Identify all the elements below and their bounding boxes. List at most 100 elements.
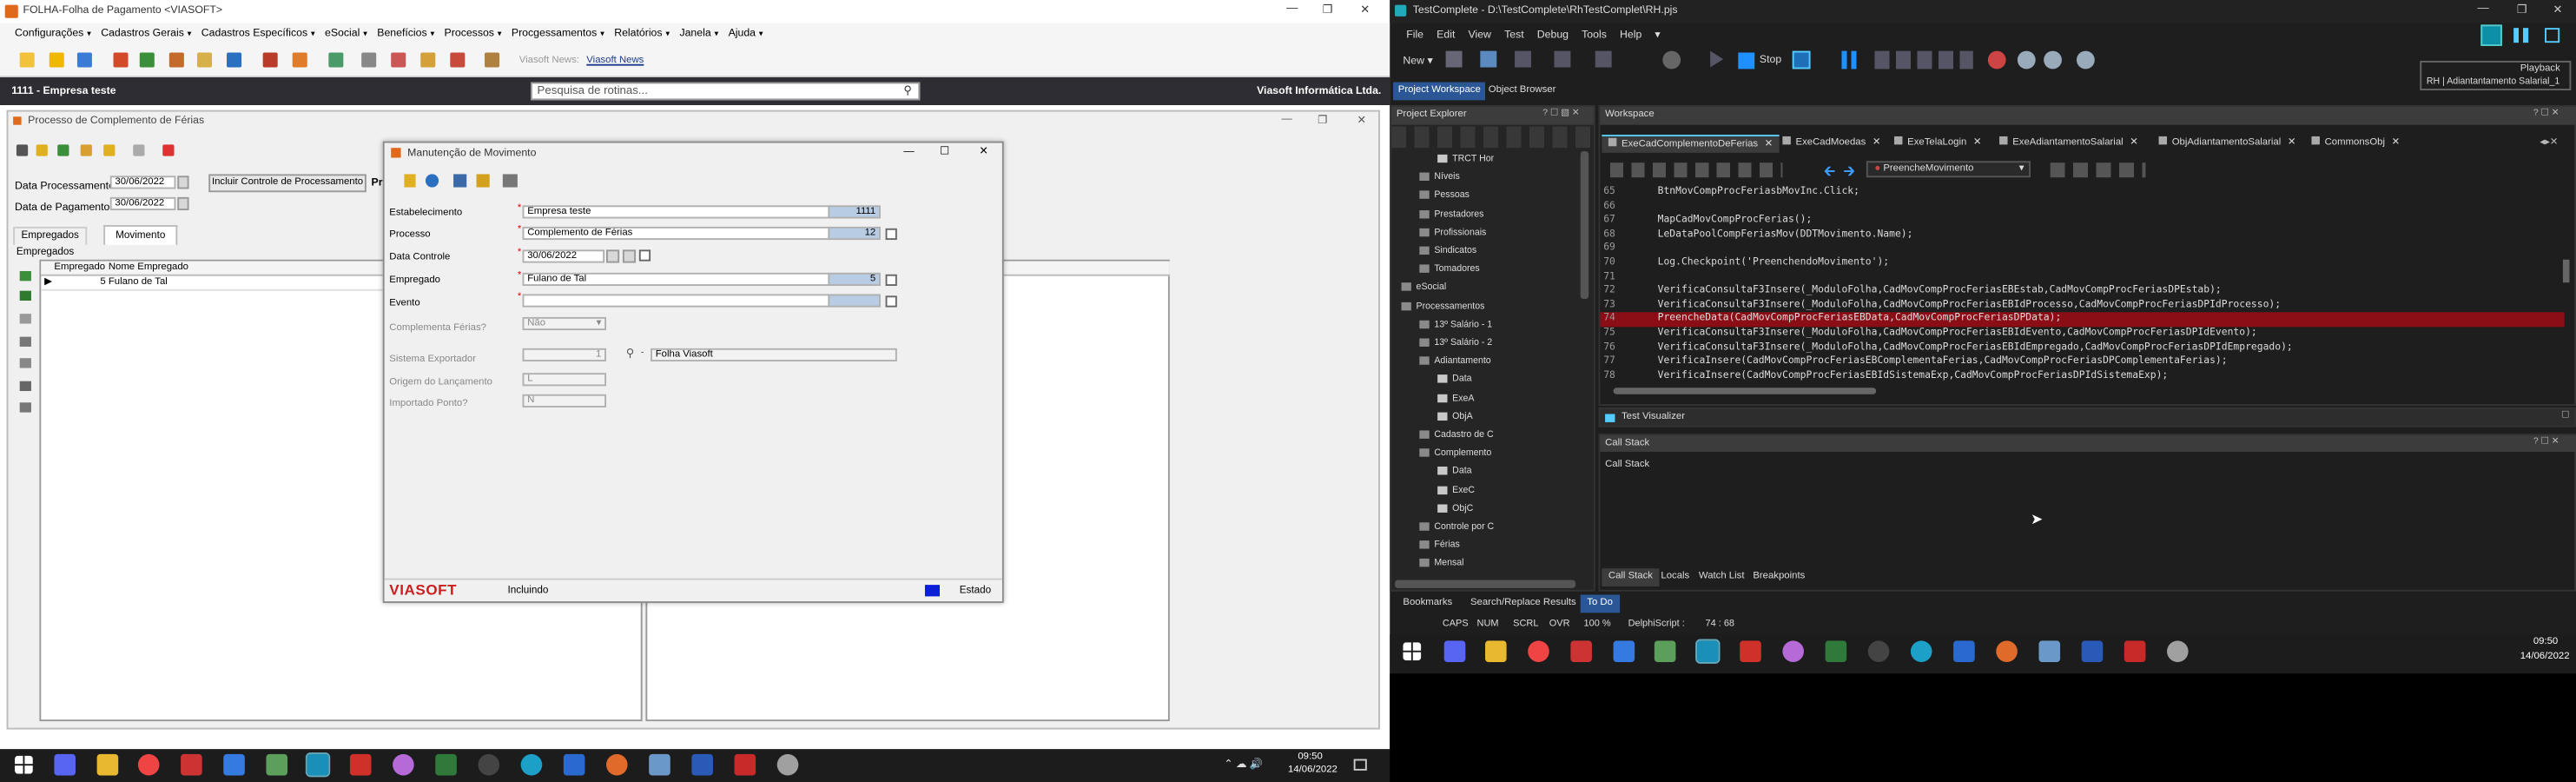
doc-tab[interactable]: ExeAdiantamentoSalarial ✕ [1993, 135, 2145, 153]
firefox-icon[interactable] [1996, 640, 2018, 662]
menu-item[interactable]: eSocial ▾ [325, 28, 367, 39]
clock-app-icon[interactable] [1867, 640, 1890, 662]
store-icon[interactable] [563, 753, 585, 776]
evento-checkbox[interactable] [885, 295, 897, 308]
print-dialog-icon[interactable] [502, 174, 518, 188]
task-icon[interactable] [391, 52, 406, 68]
store-icon[interactable] [1953, 640, 1975, 662]
tree-item[interactable]: Cadastro de C [1419, 430, 1494, 441]
menu-item[interactable]: Help [1620, 29, 1641, 40]
close-icon[interactable]: ✕ [1973, 138, 1982, 148]
tab-project-workspace[interactable]: Project Workspace [1393, 82, 1486, 101]
misc-app-icon[interactable] [776, 753, 799, 776]
menu-item[interactable]: Relatórios ▾ [614, 28, 670, 39]
estabelecimento-code-field[interactable]: 1111 [828, 205, 881, 219]
doc-tab[interactable]: CommonsObj ✕ [2305, 135, 2407, 153]
vivaldi-icon[interactable] [1570, 640, 1592, 662]
notification-icon[interactable] [1353, 759, 1367, 771]
right-minimize-button[interactable]: — [2478, 3, 2489, 15]
debug-tab[interactable]: Locals [1655, 568, 1696, 586]
routine-select[interactable]: ● PreencheMovimento ▾ [1866, 161, 2031, 178]
tree-item[interactable]: Processamentos [1401, 302, 1484, 311]
tree-scrollbar-v[interactable] [1580, 150, 1589, 300]
menu-item[interactable]: Edit [1437, 29, 1455, 40]
menu-item[interactable]: Test [1504, 29, 1524, 40]
print-icon[interactable] [103, 144, 116, 156]
new-icon[interactable] [19, 52, 35, 68]
calendar-icon[interactable] [227, 52, 242, 68]
menu-overflow-icon[interactable]: ▾ [1655, 28, 1660, 41]
menu-item[interactable]: Procgessamentos ▾ [512, 28, 604, 39]
discord-icon[interactable] [1443, 640, 1466, 662]
favorite-icon[interactable] [49, 52, 64, 68]
menu-item[interactable]: Cadastros Específicos ▾ [201, 28, 315, 39]
save-row-icon[interactable] [19, 336, 31, 347]
close-icon[interactable]: ✕ [2288, 138, 2296, 148]
excel-icon[interactable] [435, 753, 457, 776]
debug-tools-icon[interactable] [1874, 50, 1973, 70]
report-icon[interactable] [262, 52, 278, 68]
close-icon[interactable]: ✕ [1765, 140, 1773, 149]
list-icon[interactable] [80, 144, 92, 156]
record-icon[interactable] [1515, 50, 1531, 68]
windows-start-icon[interactable] [15, 755, 33, 774]
undo-row-icon[interactable] [19, 358, 31, 368]
evento-field[interactable] [522, 294, 832, 308]
calculator-icon[interactable] [2081, 640, 2104, 662]
right-maximize-button[interactable]: ❐ [2517, 3, 2527, 17]
tab-movimento[interactable]: Movimento [103, 225, 178, 245]
lower-tab[interactable]: To Do [1580, 594, 1620, 613]
sistema-code-field[interactable]: 1 [522, 348, 607, 361]
edit-icon[interactable] [36, 144, 48, 156]
tree-scrollbar-h[interactable] [1394, 580, 1576, 588]
settings-icon[interactable] [361, 52, 377, 68]
editor-format-icons[interactable] [1609, 162, 1783, 178]
sistema-search-icon[interactable]: ⚲ [626, 347, 635, 360]
new-menu-button[interactable]: New ▾ [1403, 54, 1432, 67]
group-icon[interactable] [292, 52, 307, 68]
doc-tab[interactable]: ExeCadComplementoDeFerias ✕ [1602, 135, 1780, 153]
close-icon[interactable]: ✕ [2392, 138, 2401, 148]
confirm-row-icon[interactable] [19, 290, 31, 302]
processo-field[interactable]: Complemento de Férias [522, 226, 832, 241]
play-icon[interactable] [1710, 50, 1724, 68]
tray-icons[interactable]: ⌃ ☁ 🔊 [1224, 758, 1263, 771]
bug-step-icon[interactable] [2017, 50, 2036, 70]
menu-item[interactable]: Configurações ▾ [15, 28, 91, 39]
testcomplete-icon[interactable] [1695, 639, 1721, 664]
tab-empregados[interactable]: Empregados [13, 226, 88, 245]
save-icon[interactable] [453, 174, 467, 188]
empregado-code-field[interactable]: 5 [828, 272, 881, 286]
debug-icon[interactable] [1595, 50, 1612, 68]
app-red-icon[interactable] [1740, 640, 1761, 662]
call-stack-controls[interactable]: ? ☐ ✕ [2533, 437, 2559, 447]
dialog-edit-icon[interactable] [404, 174, 416, 188]
filter-row-icon[interactable] [19, 402, 31, 413]
tree-item[interactable]: 13º Salário - 1 [1419, 320, 1492, 330]
close-icon[interactable]: ✕ [2130, 138, 2138, 148]
menu-item[interactable]: Cadastros Gerais ▾ [101, 28, 191, 39]
wps-icon[interactable] [2124, 640, 2146, 662]
explorer-icon[interactable] [96, 753, 119, 776]
windows-start-icon[interactable] [1403, 642, 1422, 661]
run-project-icon[interactable] [1554, 50, 1571, 68]
firefox-icon[interactable] [606, 753, 628, 776]
github-icon[interactable] [393, 753, 414, 776]
pen-icon[interactable] [223, 753, 245, 776]
processo-code-field[interactable]: 12 [828, 226, 881, 241]
tree-item[interactable]: ObjC [1437, 504, 1473, 514]
tools-icon[interactable] [328, 52, 344, 68]
tree-item[interactable]: Profissionais [1419, 228, 1486, 238]
discord-icon[interactable] [54, 753, 76, 776]
evento-code-field[interactable] [828, 294, 881, 308]
complemento-select[interactable]: Não ▾ [522, 316, 607, 331]
empregado-field[interactable]: Fulano de Tal [522, 272, 832, 286]
bug-icon[interactable] [1987, 50, 2006, 70]
tree-item[interactable]: Sindicatos [1419, 247, 1476, 256]
copy-icon[interactable] [133, 144, 145, 156]
notes-icon[interactable] [649, 753, 670, 776]
testcomplete-icon[interactable] [305, 752, 331, 778]
include-control-button[interactable]: Incluir Controle de Processamento [208, 174, 367, 193]
code-scrollbar-h[interactable] [1613, 388, 1877, 394]
processo-checkbox[interactable] [885, 228, 897, 241]
